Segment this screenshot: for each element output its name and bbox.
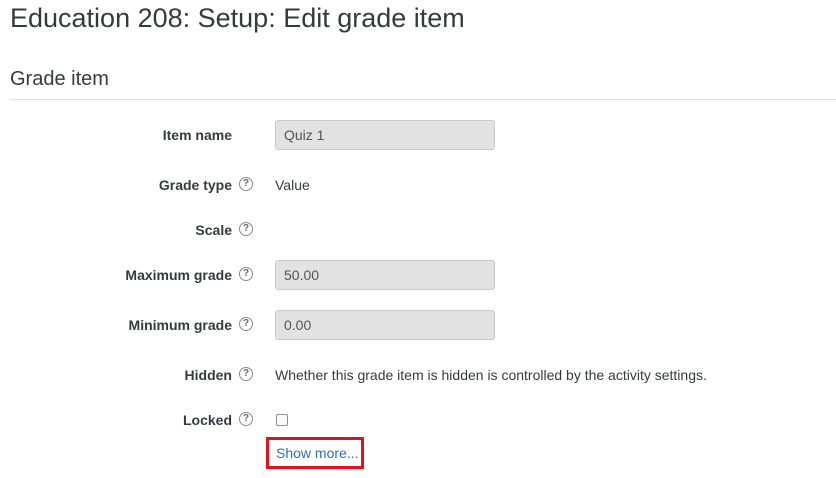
grade-type-help-icon[interactable]: ? — [239, 177, 253, 191]
locked-label: Locked — [182, 412, 232, 428]
scale-row: Scale ? — [0, 215, 836, 245]
locked-checkbox[interactable] — [276, 414, 288, 426]
locked-row: Locked ? — [0, 405, 836, 435]
maximum-grade-label: Maximum grade — [125, 267, 232, 283]
hidden-help-icon[interactable]: ? — [239, 367, 253, 381]
minimum-grade-field[interactable]: 0.00 — [275, 310, 495, 340]
maximum-grade-field[interactable]: 50.00 — [275, 260, 495, 290]
grade-type-value: Value — [275, 177, 310, 193]
minimum-grade-label: Minimum grade — [128, 317, 232, 333]
item-name-label: Item name — [162, 127, 232, 143]
scale-label: Scale — [195, 222, 232, 238]
item-name-field[interactable]: Quiz 1 — [275, 120, 495, 150]
minimum-grade-row: Minimum grade ? 0.00 — [0, 310, 836, 340]
maximum-grade-row: Maximum grade ? 50.00 — [0, 260, 836, 290]
maximum-grade-help-icon[interactable]: ? — [239, 267, 253, 281]
section-title-grade-item[interactable]: Grade item — [10, 66, 109, 92]
hidden-row: Hidden ? Whether this grade item is hidd… — [0, 360, 836, 390]
item-name-row: Item name Quiz 1 — [0, 120, 836, 150]
hidden-label: Hidden — [184, 367, 232, 383]
hidden-value: Whether this grade item is hidden is con… — [275, 367, 707, 383]
grade-type-row: Grade type ? Value — [0, 170, 836, 200]
show-more-link[interactable]: Show more... — [276, 443, 358, 463]
locked-help-icon[interactable]: ? — [239, 412, 253, 426]
page-title: Education 208: Setup: Edit grade item — [10, 3, 465, 33]
scale-help-icon[interactable]: ? — [239, 222, 253, 236]
section-divider — [10, 99, 836, 100]
minimum-grade-help-icon[interactable]: ? — [239, 317, 253, 331]
grade-type-label: Grade type — [158, 177, 232, 193]
